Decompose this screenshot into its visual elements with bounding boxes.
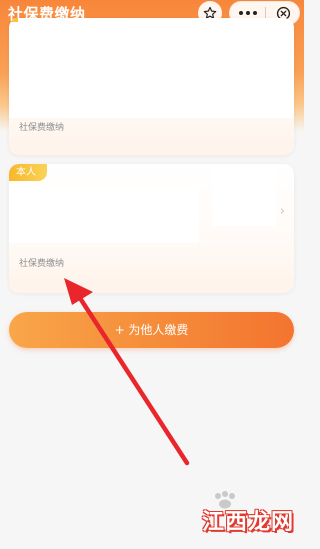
watermark-logo: 江西龙网 (192, 490, 302, 546)
redacted-area (212, 164, 276, 226)
self-tag: 本人 (9, 164, 47, 181)
card-label: 社保费缴纳 (19, 123, 65, 133)
watermark-text: 江西龙网 (202, 509, 295, 535)
redacted-area (9, 186, 199, 243)
chevron-right-icon: › (279, 204, 285, 219)
redacted-area (9, 22, 294, 118)
self-payment-card[interactable]: 本人 › 社保费缴纳 (9, 164, 294, 293)
social-security-card[interactable]: 社保费缴纳 (9, 18, 294, 155)
card-label: 社保费缴纳 (19, 259, 65, 269)
ellipsis-icon (237, 11, 258, 15)
pay-for-others-button[interactable]: + 为他人缴费 (9, 312, 294, 348)
